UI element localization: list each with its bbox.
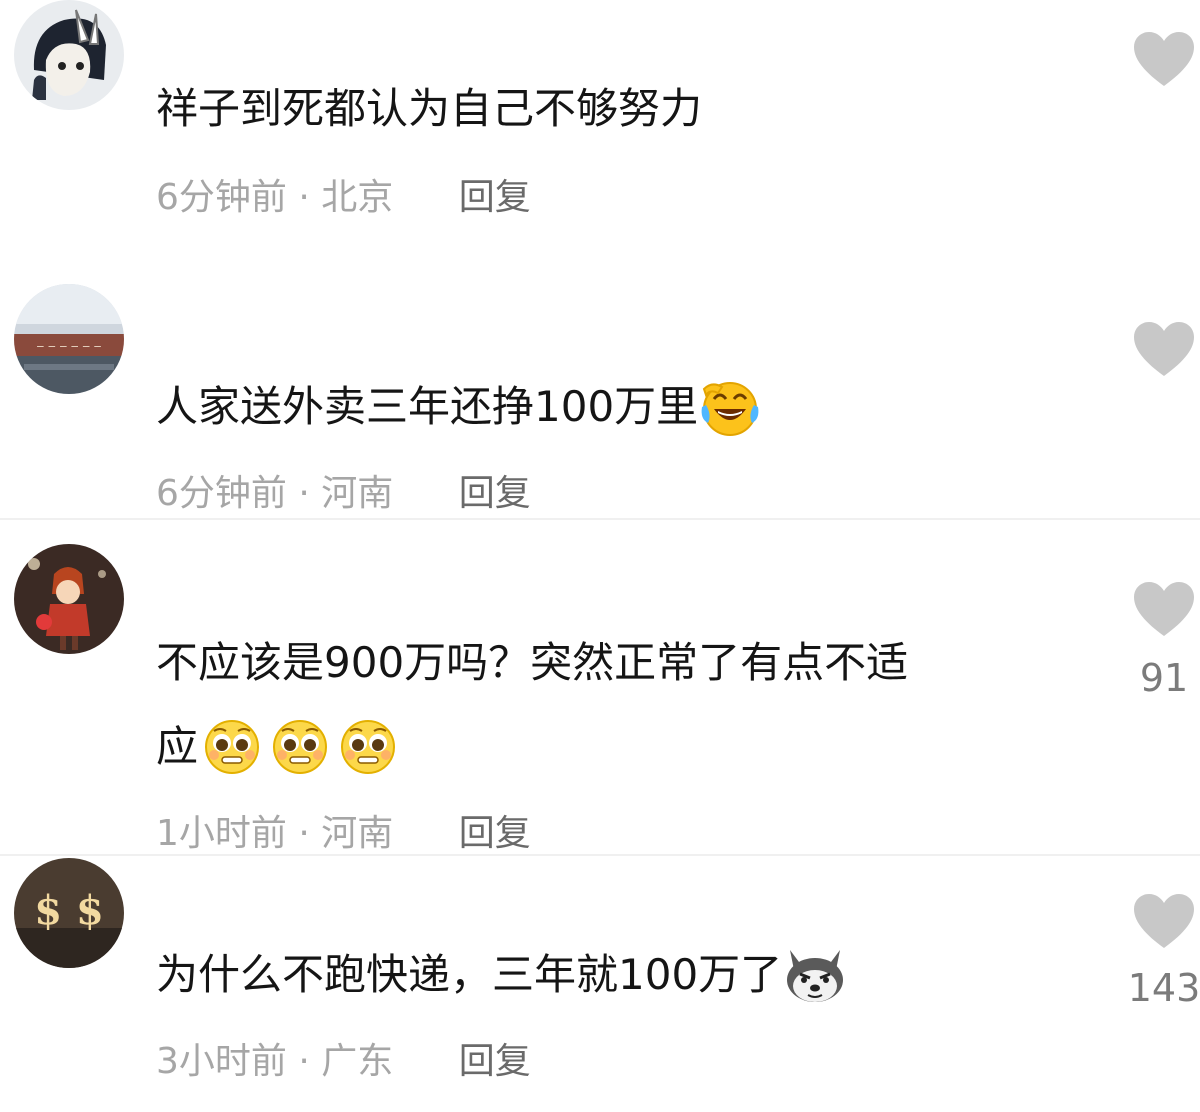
comment-location: 河南 [321, 813, 394, 854]
reply-button[interactable]: 回复 [459, 177, 531, 218]
comment-location: 北京 [321, 177, 394, 218]
comment-time: 6分钟前 [156, 473, 287, 514]
comment-list: 祥子到死都认为自己不够努力 6分钟前 · 北京 回复 ‒ ‒ ‒ ‒ ‒ ‒ 人… [0, 0, 1200, 1112]
like-button[interactable] [1128, 580, 1200, 638]
comment-location: 广东 [321, 1041, 394, 1082]
avatar[interactable]: ‒ ‒ ‒ ‒ ‒ ‒ [14, 284, 124, 394]
avatar[interactable] [14, 544, 124, 654]
pleading-face-emoji [198, 702, 266, 788]
svg-text:‒ ‒ ‒ ‒ ‒ ‒: ‒ ‒ ‒ ‒ ‒ ‒ [37, 339, 102, 353]
heart-icon [1134, 582, 1194, 636]
heart-icon [1134, 322, 1194, 376]
comment-meta: 3小时前 · 广东 回复 [156, 1032, 531, 1084]
heart-icon [1134, 32, 1194, 86]
reply-button[interactable]: 回复 [459, 1041, 531, 1082]
pleading-face-emoji [266, 702, 334, 788]
like-count: 143 [1127, 966, 1200, 1010]
comment-location: 河南 [321, 473, 394, 514]
comment-meta: 1小时前 · 河南 回复 [156, 804, 531, 856]
comment-text-line: 不应该是900万吗？突然正常了有点不适 [156, 638, 909, 687]
meta-separator: · [298, 813, 310, 854]
heart-icon [1134, 894, 1194, 948]
reply-button[interactable]: 回复 [459, 473, 531, 514]
doge-emoji [782, 930, 848, 1016]
comment-time: 1小时前 [156, 813, 287, 854]
comment-text-body: 人家送外卖三年还挣100万里 [156, 382, 699, 431]
comment-text-body: 为什么不跑快递，三年就100万了 [156, 950, 783, 999]
divider [0, 854, 1200, 856]
comment-text: 人家送外卖三年还挣100万里 [156, 364, 762, 450]
comment-meta: 6分钟前 · 河南 回复 [156, 464, 531, 516]
like-count: 91 [1139, 656, 1189, 700]
avatar[interactable]: $ $ [14, 858, 124, 968]
laughing-tears-emoji [698, 362, 762, 448]
meta-separator: · [298, 473, 310, 514]
comment-time: 6分钟前 [156, 177, 287, 218]
divider [0, 518, 1200, 520]
reply-button[interactable]: 回复 [459, 813, 531, 854]
comment-meta: 6分钟前 · 北京 回复 [156, 168, 531, 220]
comment-text-body: 应 [156, 722, 199, 771]
meta-separator: · [298, 177, 310, 218]
comment-text: 祥子到死都认为自己不够努力 [156, 84, 703, 133]
like-button[interactable] [1128, 320, 1200, 378]
like-button[interactable] [1128, 892, 1200, 950]
pleading-face-emoji [334, 702, 402, 788]
comment-text: 为什么不跑快递，三年就100万了 [156, 932, 848, 1018]
comment-time: 3小时前 [156, 1041, 287, 1082]
avatar[interactable] [14, 0, 124, 110]
svg-text:$ $: $ $ [34, 887, 104, 934]
like-button[interactable] [1128, 30, 1200, 88]
meta-separator: · [298, 1041, 310, 1082]
comment-text-line: 应 [156, 704, 402, 790]
